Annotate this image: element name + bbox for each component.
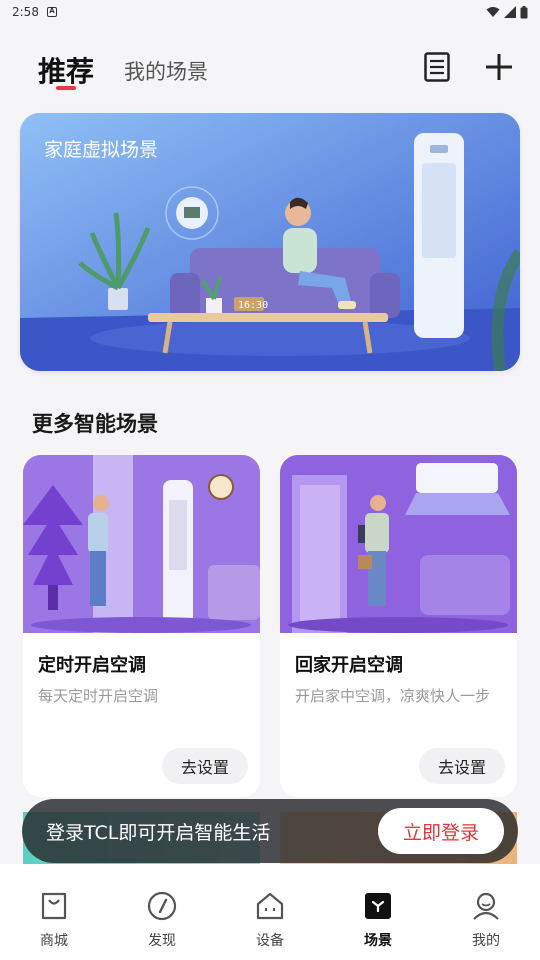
card-illustration: [280, 455, 517, 633]
tab-my-scenes[interactable]: 我的场景: [124, 56, 208, 86]
nav-label: 发现: [148, 933, 176, 949]
login-prompt-bar: 登录TCL即可开启智能生活 立即登录: [22, 799, 518, 863]
shopping-bag-icon: [38, 890, 70, 922]
status-bar: 2:58 A: [0, 0, 540, 24]
nav-label: 设备: [256, 933, 284, 949]
nav-item-mall[interactable]: 商城: [0, 864, 108, 960]
home-device-icon: [254, 890, 286, 922]
tab-recommend[interactable]: 推荐: [38, 50, 94, 90]
status-time: 2:58: [12, 5, 39, 19]
card-title: 回家开启空调: [295, 655, 403, 676]
list-button[interactable]: [420, 50, 454, 84]
card-title: 定时开启空调: [38, 655, 146, 676]
setup-button[interactable]: 去设置: [162, 748, 248, 784]
bottom-nav: 商城 发现 设备 场景 我的: [0, 864, 540, 960]
status-icons: [486, 5, 528, 19]
scene-card-home[interactable]: 回家开启空调 开启家中空调，凉爽快人一步 去设置: [280, 455, 517, 797]
setup-button[interactable]: 去设置: [419, 748, 505, 784]
scene-icon: [362, 890, 394, 922]
section-title: 更多智能场景: [32, 412, 158, 436]
signal-icon: [504, 6, 516, 18]
profile-icon: [470, 890, 502, 922]
wifi-icon: [486, 7, 500, 17]
top-header: 推荐 我的场景: [0, 40, 540, 96]
scene-card-timer[interactable]: 定时开启空调 每天定时开启空调 去设置: [23, 455, 260, 797]
active-tab-indicator: [56, 86, 76, 90]
nav-label: 我的: [472, 933, 500, 949]
table-clock-display: 16:30: [238, 300, 268, 311]
login-button[interactable]: 立即登录: [378, 808, 504, 854]
add-button[interactable]: [482, 50, 516, 84]
nav-label: 商城: [40, 933, 68, 949]
card-illustration: [23, 455, 260, 633]
hero-title: 家庭虚拟场景: [44, 139, 159, 161]
battery-icon: [520, 5, 528, 18]
nav-item-devices[interactable]: 设备: [216, 864, 324, 960]
hero-banner[interactable]: 16:30 家庭虚拟场景: [20, 113, 520, 371]
list-icon: [424, 52, 450, 82]
login-prompt-text: 登录TCL即可开启智能生活: [46, 821, 271, 844]
nav-item-discover[interactable]: 发现: [108, 864, 216, 960]
notification-icon: A: [46, 7, 57, 17]
nav-item-scenes[interactable]: 场景: [324, 864, 432, 960]
card-description: 每天定时开启空调: [38, 687, 159, 705]
compass-icon: [146, 890, 178, 922]
nav-label: 场景: [364, 933, 392, 949]
nav-item-profile[interactable]: 我的: [432, 864, 540, 960]
card-description: 开启家中空调，凉爽快人一步: [295, 687, 491, 705]
plus-icon: [486, 54, 512, 80]
